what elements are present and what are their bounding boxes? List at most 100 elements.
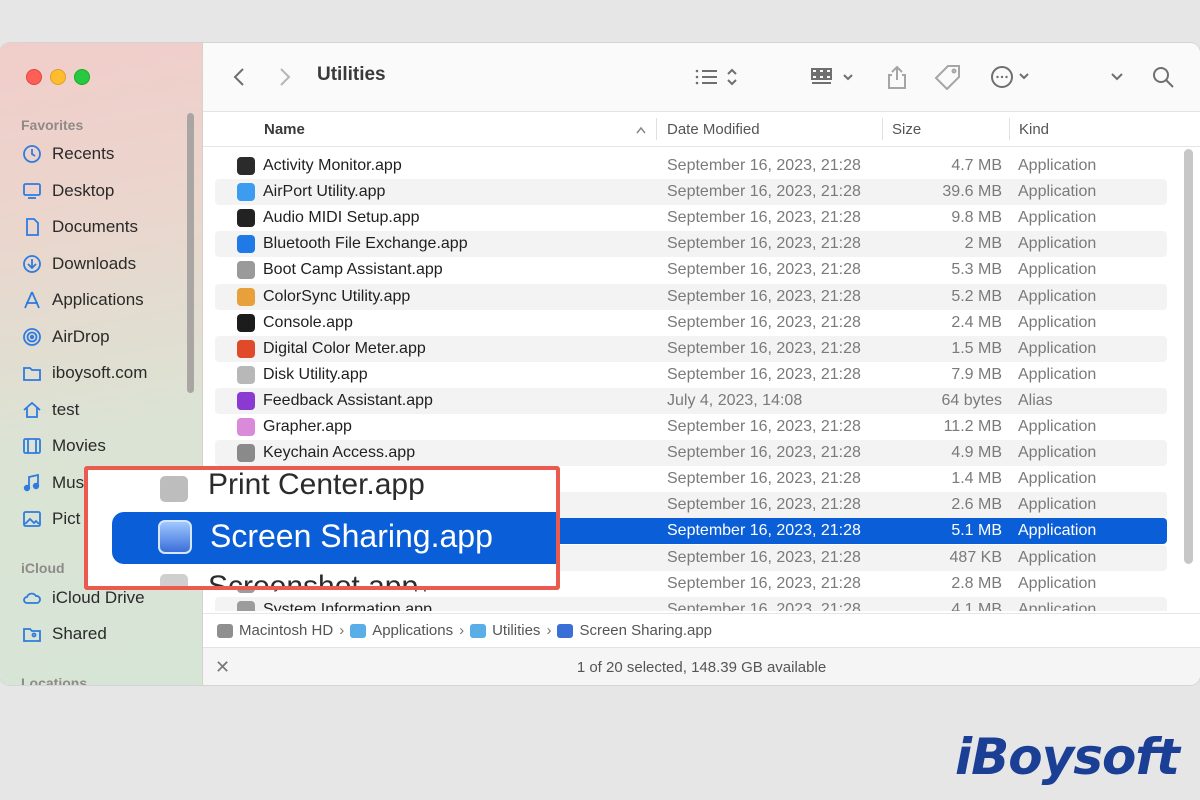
sidebar-item-downloads[interactable]: Downloads bbox=[22, 249, 136, 279]
file-name: ColorSync Utility.app bbox=[263, 287, 411, 305]
sidebar-header-locations: Locations bbox=[21, 675, 88, 685]
file-kind: Application bbox=[1018, 522, 1097, 540]
sidebar-item-applications[interactable]: Applications bbox=[22, 285, 144, 315]
back-button[interactable] bbox=[227, 63, 251, 91]
sidebar-item-iboysoft-com[interactable]: iboysoft.com bbox=[22, 358, 147, 388]
close-button[interactable] bbox=[26, 69, 42, 85]
toolbar-overflow-button[interactable] bbox=[1105, 63, 1129, 91]
file-date: September 16, 2023, 21:28 bbox=[667, 209, 861, 227]
file-date: September 16, 2023, 21:28 bbox=[667, 157, 861, 174]
sidebar-scrollbar[interactable] bbox=[187, 113, 194, 393]
file-date: September 16, 2023, 21:28 bbox=[667, 496, 861, 514]
forward-button[interactable] bbox=[273, 63, 297, 91]
table-row[interactable]: Boot Camp Assistant.app September 16, 202… bbox=[215, 257, 1167, 283]
search-button[interactable] bbox=[1149, 63, 1177, 91]
app-icon bbox=[237, 444, 255, 463]
sidebar-item-pict[interactable]: Pict bbox=[22, 504, 80, 534]
file-kind: Application bbox=[1018, 365, 1097, 383]
file-name: AirPort Utility.app bbox=[263, 183, 386, 201]
sidebar-item-documents[interactable]: Documents bbox=[22, 212, 138, 242]
app-icon bbox=[237, 287, 255, 306]
share-button[interactable] bbox=[883, 63, 911, 91]
sidebar-item-label: Recents bbox=[52, 144, 115, 163]
table-row[interactable]: Activity Monitor.app September 16, 2023, … bbox=[215, 153, 1167, 179]
sidebar-item-label: Desktop bbox=[52, 180, 115, 200]
minimize-button[interactable] bbox=[50, 69, 66, 85]
path-item[interactable]: Utilities bbox=[470, 622, 540, 639]
column-name[interactable]: Name bbox=[264, 121, 305, 138]
file-size: 4.7 MB bbox=[951, 157, 1002, 174]
file-size: 2.4 MB bbox=[951, 313, 1002, 331]
zoom-button[interactable] bbox=[74, 69, 90, 85]
file-size: 5.3 MB bbox=[951, 261, 1002, 279]
tag-button[interactable] bbox=[933, 63, 963, 91]
tag-icon bbox=[934, 65, 960, 90]
action-button[interactable] bbox=[989, 63, 1035, 91]
table-row[interactable]: Audio MIDI Setup.app September 16, 2023, … bbox=[215, 205, 1167, 231]
path-item-label: Screen Sharing.app bbox=[579, 622, 713, 639]
app-icon bbox=[237, 313, 255, 332]
column-date-modified[interactable]: Date Modified bbox=[667, 121, 760, 138]
table-row[interactable]: System Information.app September 16, 2023… bbox=[215, 596, 1167, 611]
file-kind: Application bbox=[1018, 496, 1097, 514]
share-icon bbox=[888, 65, 906, 89]
path-bar: Macintosh HD › Applications › Utilities › Scre… bbox=[203, 613, 1200, 647]
file-date: September 16, 2023, 21:28 bbox=[667, 261, 861, 279]
cloud-icon bbox=[22, 588, 42, 608]
sidebar-item-label: AirDrop bbox=[52, 326, 110, 346]
path-separator-icon: › bbox=[546, 622, 552, 639]
folder-icon bbox=[350, 623, 367, 638]
sidebar-item-desktop[interactable]: Desktop bbox=[22, 176, 114, 206]
sidebar-item-label: Mus bbox=[52, 472, 85, 492]
sidebar-item-airdrop[interactable]: AirDrop bbox=[22, 322, 110, 352]
file-kind: Application bbox=[1018, 574, 1097, 592]
table-row[interactable]: Digital Color Meter.app September 16, 202… bbox=[215, 335, 1167, 362]
callout-print-center: Print Center.app bbox=[208, 468, 425, 501]
screenshot-icon bbox=[160, 574, 188, 586]
file-size: 1.4 MB bbox=[951, 470, 1002, 488]
column-size[interactable]: Size bbox=[892, 121, 921, 138]
drive-icon bbox=[217, 623, 233, 638]
sidebar-item-movies[interactable]: Movies bbox=[22, 431, 106, 461]
grid-group-icon bbox=[811, 68, 853, 84]
sidebar-item-label: Movies bbox=[52, 436, 106, 455]
sidebar-item-recents[interactable]: Recents bbox=[22, 139, 114, 169]
table-row[interactable]: Bluetooth File Exchange.app September 16,… bbox=[215, 231, 1167, 258]
table-row[interactable]: AirPort Utility.app September 16, 2023, 2… bbox=[215, 179, 1167, 206]
screen-sharing-icon bbox=[557, 623, 574, 638]
sort-ascending-icon bbox=[635, 122, 647, 139]
path-item[interactable]: Screen Sharing.app bbox=[557, 622, 712, 639]
table-row[interactable]: Feedback Assistant.app July 4, 2023, 14:0… bbox=[215, 387, 1167, 414]
path-item[interactable]: Macintosh HD bbox=[217, 622, 333, 639]
table-row[interactable]: Keychain Access.app September 16, 2023, 2… bbox=[215, 440, 1167, 467]
music-icon bbox=[22, 473, 42, 493]
view-options-button[interactable] bbox=[693, 63, 743, 91]
list-view-icon bbox=[695, 68, 737, 86]
file-date: September 16, 2023, 21:28 bbox=[667, 287, 861, 305]
path-item[interactable]: Applications bbox=[350, 622, 453, 639]
app-icon bbox=[237, 418, 255, 436]
file-kind: Application bbox=[1018, 418, 1097, 435]
column-kind[interactable]: Kind bbox=[1019, 121, 1049, 138]
file-name: Audio MIDI Setup.app bbox=[263, 209, 420, 227]
file-size: 4.1 MB bbox=[951, 600, 1002, 611]
file-kind: Application bbox=[1018, 209, 1097, 227]
table-row[interactable]: ColorSync Utility.app September 16, 2023,… bbox=[215, 283, 1167, 310]
file-size: 2.8 MB bbox=[951, 574, 1002, 592]
sidebar-item-mus[interactable]: Mus bbox=[22, 468, 84, 498]
sidebar-item-label: Documents bbox=[52, 217, 138, 236]
sidebar-item-label: iboysoft.com bbox=[52, 363, 148, 382]
sidebar-item-shared[interactable]: Shared bbox=[22, 619, 107, 649]
table-row[interactable]: Grapher.app September 16, 2023, 21:28 11.2… bbox=[215, 414, 1167, 440]
file-kind: Alias bbox=[1018, 391, 1053, 409]
file-size: 4.9 MB bbox=[951, 444, 1002, 462]
sidebar-item-test[interactable]: test bbox=[22, 395, 79, 425]
table-row[interactable]: Console.app September 16, 2023, 21:28 2.4 … bbox=[215, 310, 1167, 336]
file-list-scrollbar[interactable] bbox=[1184, 149, 1193, 564]
table-row[interactable]: Disk Utility.app September 16, 2023, 21:2… bbox=[215, 362, 1167, 388]
path-item-label: Utilities bbox=[492, 622, 541, 639]
file-date: July 4, 2023, 14:08 bbox=[667, 391, 803, 409]
callout-screen-sharing: Screen Sharing.app bbox=[210, 518, 493, 554]
group-button[interactable] bbox=[809, 63, 861, 91]
file-date: September 16, 2023, 21:28 bbox=[667, 339, 861, 357]
